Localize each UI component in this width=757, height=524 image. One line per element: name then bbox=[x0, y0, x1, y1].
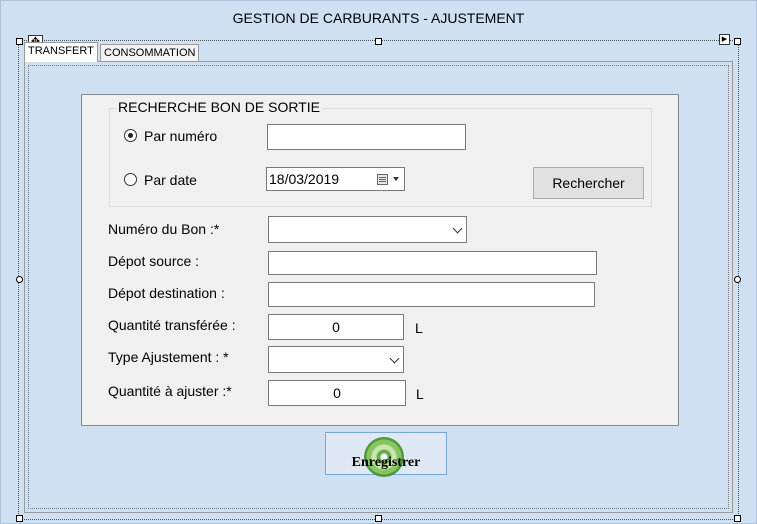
resize-handle[interactable] bbox=[734, 38, 741, 45]
calendar-icon[interactable] bbox=[377, 174, 388, 185]
dest-depot-input[interactable] bbox=[268, 282, 595, 307]
adjust-type-label: Type Ajustement : * bbox=[108, 349, 229, 365]
resize-handle[interactable] bbox=[375, 515, 382, 522]
transferred-qty-unit: L bbox=[415, 320, 423, 336]
transferred-qty-label: Quantité transférée : bbox=[108, 317, 236, 333]
search-group-title: RECHERCHE BON DE SORTIE bbox=[116, 99, 322, 115]
radio-by-number[interactable] bbox=[124, 129, 137, 142]
by-date-label: Par date bbox=[144, 172, 197, 188]
radio-selected-dot bbox=[128, 133, 133, 138]
save-button-label: Enregistrer bbox=[351, 455, 421, 470]
transferred-qty-input[interactable] bbox=[268, 314, 404, 340]
chevron-down-icon[interactable] bbox=[393, 177, 399, 181]
resize-handle[interactable] bbox=[734, 515, 741, 522]
save-button[interactable]: Enregistrer bbox=[325, 432, 447, 477]
smart-tag-arrow-icon[interactable]: ▶ bbox=[719, 34, 730, 45]
date-picker[interactable]: 18/03/2019 bbox=[266, 167, 405, 191]
radio-by-date[interactable] bbox=[124, 173, 137, 186]
source-depot-input[interactable] bbox=[268, 251, 597, 275]
resize-handle[interactable] bbox=[16, 515, 23, 522]
tab-transfert[interactable]: TRANSFERT bbox=[24, 42, 98, 62]
by-number-label: Par numéro bbox=[144, 128, 218, 144]
tab-consommation[interactable]: CONSOMMATION bbox=[100, 44, 200, 62]
resize-handle[interactable] bbox=[734, 276, 741, 283]
search-button[interactable]: Rechercher bbox=[533, 167, 644, 199]
adjust-qty-label: Quantité à ajuster :* bbox=[108, 383, 232, 399]
adjust-type-combo[interactable] bbox=[268, 346, 404, 373]
resize-handle[interactable] bbox=[16, 38, 23, 45]
resize-handle[interactable] bbox=[16, 276, 23, 283]
resize-handle[interactable] bbox=[375, 38, 382, 45]
adjust-qty-input[interactable] bbox=[268, 380, 406, 406]
dest-depot-label: Dépot destination : bbox=[108, 285, 225, 301]
voucher-number-label: Numéro du Bon :* bbox=[108, 221, 220, 237]
window-title: GESTION DE CARBURANTS - AJUSTEMENT bbox=[232, 10, 525, 26]
chevron-down-icon bbox=[389, 353, 400, 364]
date-picker-value: 18/03/2019 bbox=[269, 171, 340, 187]
voucher-number-search-input[interactable] bbox=[267, 124, 466, 150]
voucher-number-combo[interactable] bbox=[268, 216, 467, 243]
adjust-qty-unit: L bbox=[416, 386, 424, 402]
source-depot-label: Dépot source : bbox=[108, 253, 200, 269]
chevron-down-icon bbox=[452, 223, 463, 234]
